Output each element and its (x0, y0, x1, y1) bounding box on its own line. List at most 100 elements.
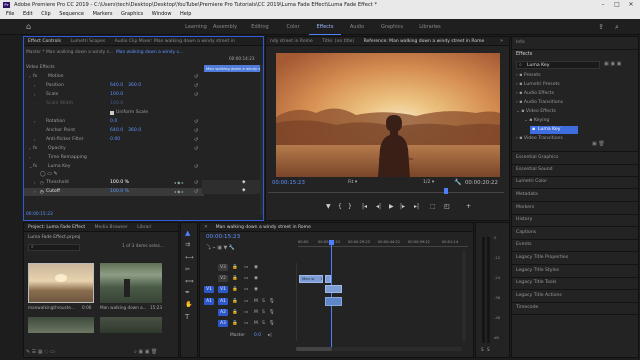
menu-markers[interactable]: Markers (93, 10, 113, 19)
sync-icon[interactable]: ▭ (244, 297, 248, 306)
panel-lumetri-color[interactable]: Lumetri Color (516, 179, 547, 184)
solo-left-button[interactable]: S (481, 347, 484, 352)
step-forward-icon[interactable]: |▸ (400, 203, 405, 210)
timeline-timecode[interactable]: 00:00:15:23 (206, 234, 240, 240)
track-select-tool-icon[interactable]: ⇉ (185, 241, 190, 248)
lock-icon[interactable]: 🔒 (232, 308, 238, 317)
wrench-icon[interactable]: 🔧 (454, 179, 461, 186)
project-thumbnail-fourth[interactable] (100, 317, 162, 333)
lock-icon[interactable]: 🔒 (232, 297, 238, 306)
program-scrubber[interactable] (268, 190, 504, 193)
tree-item-video-transitions[interactable]: › ▪ Video Transitions (516, 136, 563, 141)
add-button-icon[interactable]: + (466, 203, 471, 210)
mute-icon[interactable]: M (254, 308, 258, 317)
pen-tool-icon[interactable]: ✒ (185, 289, 190, 296)
tab-media-browser[interactable]: Media Browser (91, 223, 132, 231)
reset-icon[interactable]: ↺ (194, 163, 198, 171)
type-tool-icon[interactable]: T (185, 313, 189, 321)
panel-history[interactable]: History (516, 217, 532, 222)
tab-project[interactable]: Project: Luma Fade Effect (24, 223, 89, 231)
playhead-icon[interactable] (444, 188, 448, 194)
quality-select[interactable]: 1/2 ▾ (423, 180, 434, 185)
slip-tool-icon[interactable]: ⟺ (185, 278, 194, 285)
track-master[interactable]: Master 0.0 ▸| (202, 331, 272, 340)
uniform-scale-checkbox[interactable] (110, 111, 114, 115)
mark-in-icon[interactable]: { (338, 203, 342, 210)
tree-item-video-effects[interactable]: ⌄ ▪ Video Effects (516, 109, 556, 114)
tab-sequence[interactable]: ndy street in Rome (266, 37, 317, 45)
menu-help[interactable]: Help (180, 10, 191, 19)
sync-icon[interactable]: ▭ (244, 274, 248, 283)
menu-edit[interactable]: Edit (23, 10, 33, 19)
reset-icon[interactable]: ↺ (194, 145, 198, 153)
project-item-name[interactable]: Man walking down a... (100, 305, 147, 310)
mute-icon[interactable]: M (254, 319, 258, 328)
project-thumbnail-third[interactable] (28, 317, 94, 333)
go-to-in-icon[interactable]: |◂ (362, 203, 367, 210)
ec-row-anti-flicker[interactable]: › Anti-flicker Filter 0.00 ↺ (24, 136, 204, 144)
export-frame-icon[interactable]: ◰ (444, 203, 450, 210)
solo-icon[interactable]: S (262, 319, 265, 328)
tree-item-luma-key[interactable]: ▪ Luma Key (530, 126, 578, 134)
ripple-edit-tool-icon[interactable]: ⟷ (185, 254, 194, 261)
solo-icon[interactable]: S (262, 308, 265, 317)
reset-icon[interactable]: ↺ (194, 179, 198, 187)
lock-icon[interactable]: 🔒 (232, 274, 238, 283)
solo-right-button[interactable]: S (487, 347, 490, 352)
razor-tool-icon[interactable]: ✂ (185, 266, 190, 273)
lift-icon[interactable]: ⬚ (430, 203, 436, 210)
track-a1[interactable]: A1 A1 🔒 ▭ M S 🎙 (202, 297, 275, 306)
share-icon[interactable]: ⇪ (596, 22, 606, 32)
reset-icon[interactable]: ↺ (194, 188, 198, 196)
add-marker-icon[interactable]: ▼ (326, 203, 331, 210)
ec-row-anchor-point[interactable]: Anchor Point 640.0 360.0 ↺ (24, 127, 204, 135)
panel-legacy-title-properties[interactable]: Legacy Title Properties (516, 255, 568, 260)
ec-row-uniform-scale[interactable]: Uniform Scale (24, 109, 204, 117)
reset-icon[interactable]: ↺ (194, 136, 198, 144)
workspace-tab-effects[interactable]: Effects (309, 19, 341, 35)
panel-footer-icons[interactable]: ▣ 🗑 (592, 141, 605, 147)
maximize-icon[interactable]: □ (610, 0, 624, 10)
project-footer-right-icons[interactable]: ⌕ ▣ ▣ 🗑 (134, 349, 157, 355)
ec-row-threshold[interactable]: › ◷ Threshold 100.0 % ◂ ◆ ▸ ↺ (24, 179, 204, 187)
keyframe-diamond-icon[interactable]: ◆ (242, 188, 246, 193)
panel-legacy-title-tools[interactable]: Legacy Title Tools (516, 280, 556, 285)
tab-lumetri-scopes[interactable]: Lumetri Scopes (66, 37, 109, 45)
effects-search-field[interactable]: ⌕ Luma Key (516, 61, 600, 69)
tab-effects[interactable]: Effects (516, 52, 532, 57)
workspace-tab-graphics[interactable]: Graphics (374, 19, 410, 35)
project-thumbnail-sunset[interactable] (28, 263, 94, 303)
ec-row-scale[interactable]: › Scale 100.0 ↺ (24, 91, 204, 99)
mask-tools[interactable]: ◯ ▭ ✎ (40, 171, 62, 178)
timeline-zoom-scrollbar[interactable] (296, 347, 462, 351)
eye-icon[interactable]: ◉ (254, 263, 258, 272)
clip-selector[interactable]: Man walking down a windy s... (116, 50, 183, 55)
project-thumbnail-street[interactable] (100, 263, 162, 303)
tab-libraries[interactable]: Librari (133, 223, 155, 231)
track-v3[interactable]: V3 🔒 ▭ ◉ (202, 263, 272, 272)
pen-mask-icon[interactable]: ✎ (54, 171, 58, 177)
tree-item-lumetri-presets[interactable]: › ▪ Lumetri Presets (516, 82, 560, 87)
panel-legacy-title-actions[interactable]: Legacy Title Actions (516, 293, 562, 298)
zoom-handle[interactable] (296, 347, 332, 351)
panel-metadata[interactable]: Metadata (516, 192, 538, 197)
panel-essential-sound[interactable]: Essential Sound (516, 167, 553, 172)
go-to-end-icon[interactable]: ▸| (268, 331, 272, 340)
workspace-tab-libraries[interactable]: Libraries (412, 19, 448, 35)
panel-legacy-title-styles[interactable]: Legacy Title Styles (516, 268, 559, 273)
sync-icon[interactable]: ▭ (244, 308, 248, 317)
keyframe-diamond-icon[interactable]: ◆ (242, 180, 246, 185)
timeline-ruler[interactable]: 00:00 00:00:14:23 00:00:29:23 00:00:44:2… (298, 237, 468, 247)
tab-sequence-timeline[interactable]: Man walking down a windy street in Rome (212, 223, 315, 231)
ec-row-rotation[interactable]: › Rotation 0.0 ↺ (24, 118, 204, 126)
tree-item-audio-effects[interactable]: › ▪ Audio Effects (516, 91, 554, 96)
panel-events[interactable]: Events (516, 242, 532, 247)
ec-keyframe-area[interactable]: ◆ ◆ (202, 180, 260, 194)
panel-essential-graphics[interactable]: Essential Graphics (516, 155, 558, 160)
menu-clip[interactable]: Clip (41, 10, 50, 19)
tab-title[interactable]: Title: (no title) (318, 37, 358, 45)
ec-clip-bar[interactable]: Man walking down a windy street in Rom (204, 65, 260, 72)
reset-icon[interactable]: ↺ (194, 82, 198, 90)
search-icon[interactable]: ⌕ (612, 22, 622, 32)
mic-icon[interactable]: 🎙 (269, 297, 275, 306)
